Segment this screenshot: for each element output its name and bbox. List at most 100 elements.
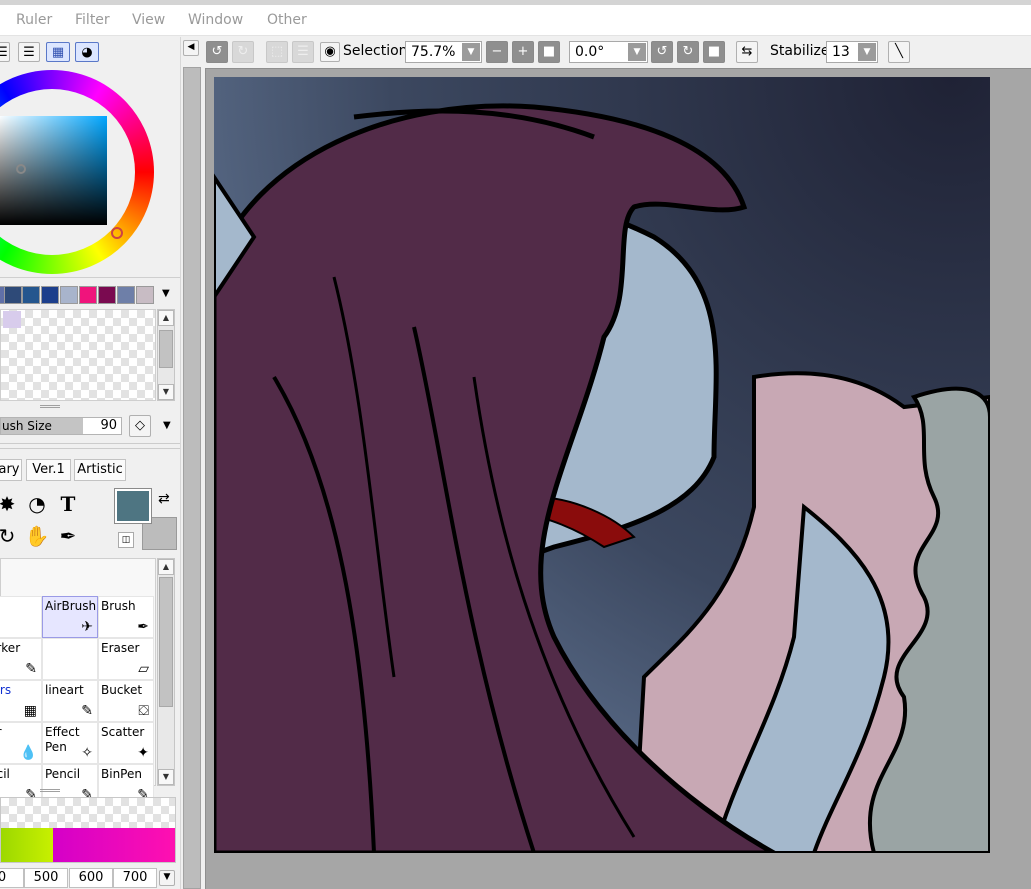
line-tool-button[interactable]: ╲: [888, 41, 910, 63]
brush-slot[interactable]: [0, 596, 42, 638]
brush-slot[interactable]: [42, 638, 98, 680]
brush-slot[interactable]: Eraser ▱: [98, 638, 154, 680]
brush-size-slider[interactable]: ush Size 90: [0, 417, 122, 435]
brush-name: arker: [0, 641, 21, 655]
brush-name: Eraser: [101, 641, 140, 655]
tab-ver1[interactable]: Ver.1: [26, 459, 71, 481]
reset-colors-icon[interactable]: ◫: [118, 532, 134, 548]
ruler-number[interactable]: 600: [69, 868, 113, 888]
scroll-thumb[interactable]: [159, 330, 173, 368]
hue-marker[interactable]: [111, 227, 123, 239]
rotate-right-button[interactable]: ↻: [677, 41, 699, 63]
zoom-out-button[interactable]: −: [486, 41, 508, 63]
zoom-select[interactable]: 75.7% ▼: [405, 41, 482, 63]
brush-slot[interactable]: Brush ✒: [98, 596, 154, 638]
toolbar: ▲ ↺ ↻ ⬚ ☰ ◉ Selection 75.7% ▼ − + ■ 0.0°…: [180, 37, 1031, 67]
brush-name: Bucket: [101, 683, 143, 697]
brush-icon: ▦: [23, 703, 37, 719]
menu-ruler[interactable]: Ruler: [16, 12, 52, 28]
palette-swatch[interactable]: [3, 311, 21, 328]
eyedropper-icon[interactable]: ✒: [55, 523, 81, 549]
color-mixer[interactable]: [0, 797, 176, 863]
brush-size-label: ush Size: [2, 419, 52, 433]
zoom-reset-button[interactable]: ■: [538, 41, 560, 63]
primary-color[interactable]: [114, 488, 152, 524]
scroll-up-icon[interactable]: ▲: [158, 310, 174, 326]
panel-splitter[interactable]: [40, 789, 60, 792]
color-swatch[interactable]: [136, 286, 154, 304]
divider: [0, 443, 180, 449]
brush-slot[interactable]: lErs ▦: [0, 680, 42, 722]
collapse-panel-icon[interactable]: ◀: [183, 40, 199, 56]
rotate-view-icon[interactable]: ↻: [0, 523, 20, 549]
zoom-in-button[interactable]: +: [512, 41, 534, 63]
divider: [0, 277, 180, 278]
brush-slot[interactable]: Scatter ✦: [98, 722, 154, 764]
brush-slot[interactable]: ur 💧: [0, 722, 42, 764]
panel-splitter[interactable]: [40, 405, 60, 408]
hand-tool-icon[interactable]: ✋: [24, 523, 50, 549]
redo-button[interactable]: ↻: [232, 41, 254, 63]
scroll-down-icon[interactable]: ▼: [158, 384, 174, 400]
color-swatch[interactable]: [60, 286, 78, 304]
scratchpad-palette[interactable]: [0, 309, 156, 401]
color-swatch[interactable]: [41, 286, 59, 304]
rotation-reset-button[interactable]: ■: [703, 41, 725, 63]
tab-artistic[interactable]: Artistic: [74, 459, 126, 481]
chevron-down-icon[interactable]: ▼: [162, 288, 170, 299]
ruler-number[interactable]: 500: [24, 868, 68, 888]
flip-horizontal-button[interactable]: ⇆: [736, 41, 758, 63]
scroll-thumb[interactable]: [159, 577, 173, 707]
ruler-number[interactable]: 700: [113, 868, 157, 888]
color-swatch[interactable]: [117, 286, 135, 304]
undo-button[interactable]: ↺: [206, 41, 228, 63]
text-tool-icon[interactable]: T: [55, 491, 81, 517]
chevron-down-icon[interactable]: ▼: [163, 420, 171, 431]
menu-window[interactable]: Window: [188, 12, 243, 28]
color-mode-button-1[interactable]: ☰: [0, 42, 10, 62]
color-mode-button-4[interactable]: ◕: [75, 42, 99, 62]
brush-preset-button[interactable]: ◇: [129, 415, 151, 437]
rotate-left-button[interactable]: ↺: [651, 41, 673, 63]
ruler-number[interactable]: 0: [0, 868, 24, 888]
rotate-left-icon: ↺: [656, 44, 668, 59]
palette-scrollbar[interactable]: ▲ ▼: [157, 309, 175, 401]
left-panel: ☰ ☰ ▦ ◕ ▼ ▲ ▼ ush Size 90 ◇ ▼ ary Ver.1 …: [0, 37, 180, 889]
scroll-up-icon[interactable]: ▲: [158, 559, 174, 575]
brush-grid-scrollbar[interactable]: ▲ ▼: [157, 558, 175, 786]
menu-view[interactable]: View: [132, 12, 165, 28]
selection-visibility-toggle[interactable]: ◉: [320, 42, 340, 62]
panel-separator[interactable]: ◀: [180, 37, 202, 889]
rotation-select[interactable]: 0.0° ▼: [569, 41, 648, 63]
deselect-button[interactable]: ⬚: [266, 41, 288, 63]
menu-other[interactable]: Other: [267, 12, 307, 28]
color-swatch[interactable]: [98, 286, 116, 304]
artwork-canvas[interactable]: [214, 77, 990, 853]
swap-colors-icon[interactable]: ⇄: [158, 491, 170, 507]
brush-icon: ⛋: [138, 703, 149, 719]
brush-name: Brush: [101, 599, 136, 613]
brush-slot[interactable]: Effect Pen ✧: [42, 722, 98, 764]
undo-icon: ↺: [211, 44, 223, 59]
stabilizer-select[interactable]: 13 ▼: [826, 41, 878, 63]
brush-slot[interactable]: lineart ✎: [42, 680, 98, 722]
tab-ary[interactable]: ary: [0, 459, 22, 481]
color-swatch[interactable]: [22, 286, 40, 304]
color-swatch[interactable]: [4, 286, 22, 304]
color-mode-button-2[interactable]: ☰: [18, 42, 40, 62]
brush-icon: ✎: [25, 661, 37, 677]
brush-slot[interactable]: AirBrush ✈: [42, 596, 98, 638]
sv-marker[interactable]: [16, 164, 26, 174]
menu-filter[interactable]: Filter: [75, 12, 110, 28]
stabilizer-value: 13: [832, 44, 850, 60]
shape-tool-icon[interactable]: ◔: [24, 491, 50, 517]
chevron-down-icon[interactable]: ▼: [159, 870, 175, 886]
brush-slot[interactable]: arker ✎: [0, 638, 42, 680]
panel-splitter-bar[interactable]: [183, 67, 201, 889]
scroll-down-icon[interactable]: ▼: [158, 769, 174, 785]
invert-selection-button[interactable]: ☰: [292, 41, 314, 63]
color-swatch[interactable]: [79, 286, 97, 304]
brush-slot[interactable]: Bucket ⛋: [98, 680, 154, 722]
color-mode-button-3[interactable]: ▦: [46, 42, 70, 62]
magic-wand-icon[interactable]: ✸: [0, 491, 20, 517]
